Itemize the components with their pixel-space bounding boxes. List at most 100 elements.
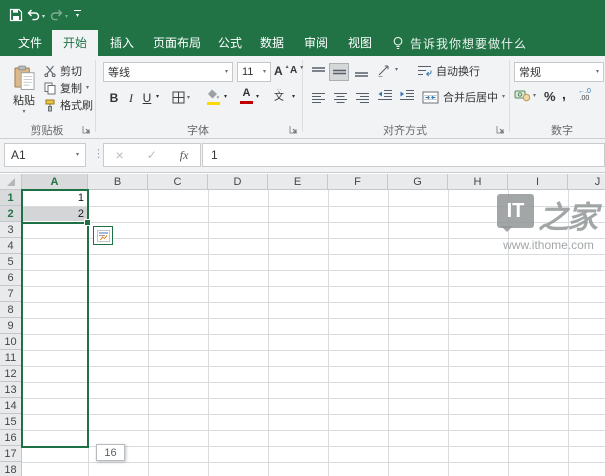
row-header-6[interactable]: 6 (0, 270, 22, 286)
comma-style-icon[interactable]: , (562, 86, 566, 102)
save-icon[interactable] (9, 8, 23, 22)
percent-style-icon[interactable]: % (544, 89, 556, 104)
cut-button[interactable]: 剪切 (44, 63, 82, 79)
cell-A2[interactable]: 2 (22, 206, 88, 222)
quick-analysis-button[interactable] (93, 226, 113, 245)
increase-indent-icon[interactable] (399, 89, 415, 101)
italic-button[interactable]: I (124, 88, 138, 108)
redo-icon[interactable] (50, 9, 63, 21)
row-header-10[interactable]: 10 (0, 334, 22, 350)
column-header-G[interactable]: G (388, 174, 448, 190)
ribbon: 粘贴 ▾ 剪切 复制 ▾ 格式刷 剪贴板 等线 ▾ 11 ▾ A (0, 56, 605, 139)
row-header-9[interactable]: 9 (0, 318, 22, 334)
row-header-2[interactable]: 2 (0, 206, 22, 222)
number-format-select[interactable]: 常规 ▾ (514, 62, 604, 82)
column-header-E[interactable]: E (268, 174, 328, 190)
format-painter-button[interactable]: 格式刷 (44, 97, 93, 113)
row-header-8[interactable]: 8 (0, 302, 22, 318)
align-middle-icon[interactable] (329, 63, 349, 81)
wrap-text-label: 自动换行 (436, 63, 480, 79)
align-right-icon[interactable] (352, 89, 372, 107)
merge-center-button[interactable]: 合并后居中 ▾ (422, 89, 505, 105)
column-header-H[interactable]: H (448, 174, 508, 190)
increase-font-size-icon[interactable]: A▲ (274, 64, 290, 78)
column-header-F[interactable]: F (328, 174, 388, 190)
customize-quick-access-icon[interactable]: ▾ (74, 10, 81, 19)
gridline (448, 190, 449, 476)
tab-1[interactable]: 开始 (52, 30, 98, 56)
group-separator (95, 60, 96, 132)
quick-analysis-icon (97, 230, 110, 242)
align-center-icon[interactable] (330, 89, 350, 107)
cancel-icon[interactable]: × (116, 147, 124, 163)
font-color-icon[interactable]: A (240, 88, 253, 104)
borders-icon[interactable]: ▾ (172, 91, 190, 104)
row-header-17[interactable]: 17 (0, 446, 22, 462)
row-header-5[interactable]: 5 (0, 254, 22, 270)
underline-dropdown-icon[interactable]: ▾ (156, 94, 159, 100)
merge-center-label: 合并后居中 (443, 89, 498, 105)
row-header-18[interactable]: 18 (0, 462, 22, 476)
title-bar: ▾ ▾ ▾ (0, 0, 605, 30)
increase-decimal-icon[interactable]: ←.0 .00 (578, 88, 591, 102)
tab-2[interactable]: 插入 (100, 30, 144, 56)
column-header-B[interactable]: B (88, 174, 148, 190)
alignment-dialog-launcher-icon[interactable] (495, 124, 505, 134)
row-header-16[interactable]: 16 (0, 430, 22, 446)
tab-5[interactable]: 数据 (252, 30, 292, 56)
row-header-4[interactable]: 4 (0, 238, 22, 254)
formula-input[interactable]: 1 (202, 143, 605, 167)
decrease-font-size-icon[interactable]: A▼ (290, 65, 304, 76)
row-header-3[interactable]: 3 (0, 222, 22, 238)
tab-4[interactable]: 公式 (210, 30, 250, 56)
accounting-format-icon[interactable]: ▾ (514, 89, 536, 102)
font-color-dropdown-icon[interactable]: ▾ (256, 94, 259, 100)
undo-icon[interactable] (27, 9, 40, 21)
fill-color-dropdown-icon[interactable]: ▾ (224, 94, 227, 100)
phonetic-guide-icon[interactable]: ⋯ 文 (274, 88, 284, 103)
tab-6[interactable]: 审阅 (296, 30, 336, 56)
column-header-I[interactable]: I (508, 174, 568, 190)
redo-dropdown-icon[interactable]: ▾ (65, 13, 68, 20)
row-header-13[interactable]: 13 (0, 382, 22, 398)
align-bottom-icon[interactable] (351, 63, 371, 81)
column-header-D[interactable]: D (208, 174, 268, 190)
row-header-1[interactable]: 1 (0, 190, 22, 206)
format-painter-icon (44, 99, 56, 112)
fill-handle[interactable] (84, 219, 91, 226)
tab-7[interactable]: 视图 (340, 30, 380, 56)
undo-dropdown-icon[interactable]: ▾ (42, 13, 45, 20)
cell-A1[interactable]: 1 (22, 190, 88, 206)
align-top-icon[interactable] (308, 63, 328, 81)
font-name-select[interactable]: 等线 ▾ (103, 62, 233, 82)
align-left-icon[interactable] (308, 89, 328, 107)
bold-button[interactable]: B (106, 88, 122, 108)
name-box[interactable]: A1 ▾ (4, 143, 86, 167)
row-header-15[interactable]: 15 (0, 414, 22, 430)
column-header-A[interactable]: A (22, 174, 88, 190)
insert-function-icon[interactable]: fx (180, 148, 189, 163)
row-header-14[interactable]: 14 (0, 398, 22, 414)
wrap-text-button[interactable]: 自动换行 (417, 63, 480, 79)
font-dialog-launcher-icon[interactable] (288, 124, 298, 134)
row-header-7[interactable]: 7 (0, 286, 22, 302)
orientation-icon[interactable]: ▾ (377, 63, 398, 77)
clipboard-dialog-launcher-icon[interactable] (81, 124, 91, 134)
column-header-J[interactable]: J (568, 174, 605, 190)
tell-me-box[interactable]: 告诉我你想要做什么 (392, 30, 527, 56)
decrease-indent-icon[interactable] (377, 89, 393, 101)
tab-file[interactable]: 文件 (8, 30, 52, 56)
font-size-select[interactable]: 11 ▾ (237, 62, 271, 82)
phonetic-dropdown-icon[interactable]: ▾ (292, 94, 295, 100)
copy-button[interactable]: 复制 ▾ (44, 80, 89, 96)
fill-color-icon[interactable] (206, 89, 220, 105)
paste-button[interactable]: 粘贴 ▾ (6, 60, 42, 120)
column-header-C[interactable]: C (148, 174, 208, 190)
row-header-11[interactable]: 11 (0, 350, 22, 366)
group-separator (509, 60, 510, 132)
row-header-12[interactable]: 12 (0, 366, 22, 382)
enter-icon[interactable]: ✓ (147, 148, 157, 162)
underline-button[interactable]: U (140, 88, 154, 108)
select-all-button[interactable] (0, 174, 22, 190)
tab-3[interactable]: 页面布局 (146, 30, 208, 56)
